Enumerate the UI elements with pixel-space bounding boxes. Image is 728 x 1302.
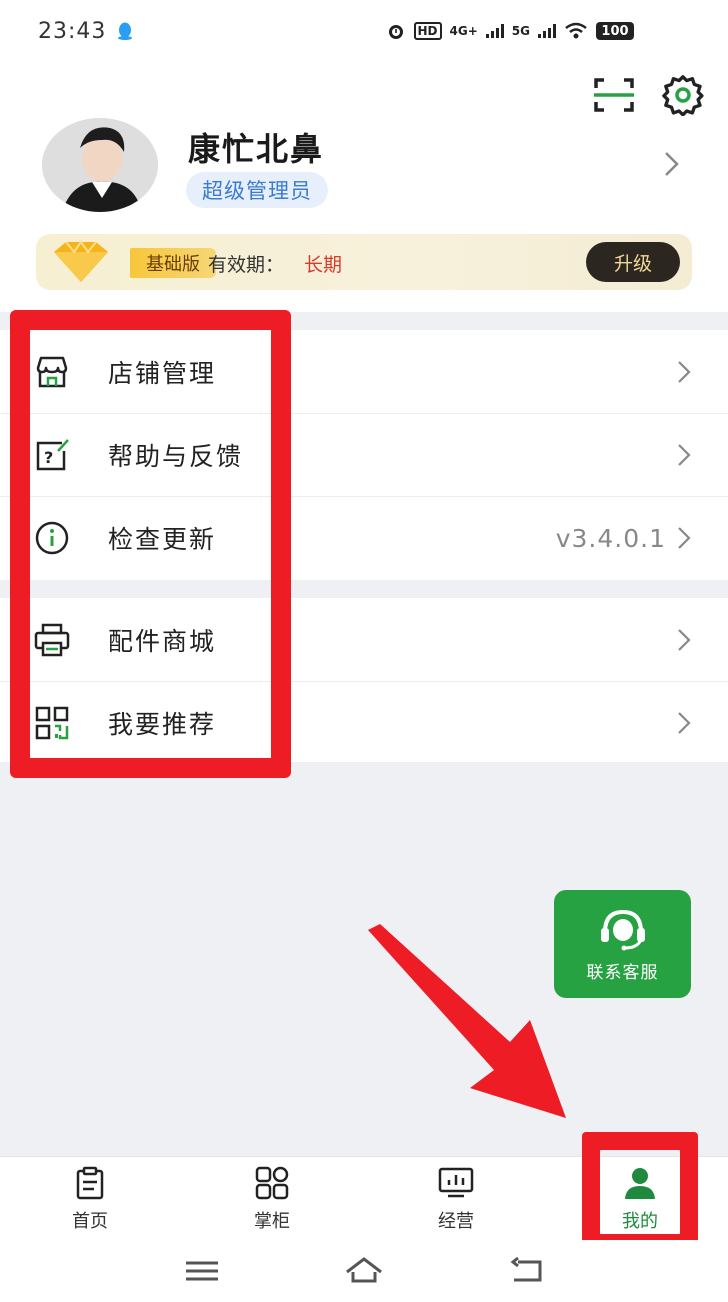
tab-label: 经营: [438, 1211, 474, 1232]
help-feedback-icon: ?: [36, 439, 69, 471]
hd-label: HD: [413, 22, 442, 40]
menu-label: 我要推荐: [108, 710, 217, 739]
network-5g-label: 5G: [511, 24, 530, 38]
status-bar: 23:43 HD 4G+ 5G 100: [0, 0, 728, 62]
qq-icon: [118, 22, 133, 40]
avatar[interactable]: [42, 118, 158, 212]
diamond-icon: [54, 240, 108, 282]
menu-label: 配件商城: [108, 626, 217, 656]
clipboard-icon: [76, 1166, 104, 1200]
customer-service-label: 联系客服: [586, 962, 659, 983]
validity-value: 长期: [304, 254, 343, 276]
upgrade-button[interactable]: 升级: [586, 242, 680, 282]
menu-icon[interactable]: [182, 1254, 222, 1288]
signal-icon-2: [538, 24, 556, 38]
plan-name-badge: 基础版: [130, 248, 216, 278]
chevron-right-icon: [678, 628, 691, 651]
person-icon: [625, 1168, 655, 1199]
version-text: v3.4.0.1: [555, 523, 666, 553]
status-time: 23:43: [38, 18, 107, 44]
signal-icon: [485, 24, 504, 38]
bottom-tab-bar: 首页 掌柜 经营 我的: [0, 1156, 728, 1240]
menu-group-1: 店铺管理 ? 帮助与反馈 检查更新 v3.4.0.1: [0, 330, 728, 580]
tab-label: 首页: [72, 1211, 108, 1232]
menu-item-recommend[interactable]: 我要推荐: [0, 681, 728, 764]
chevron-right-icon: [678, 360, 691, 383]
status-icons: HD 4G+ 5G 100: [386, 21, 634, 41]
store-icon: [36, 356, 68, 387]
menu-item-accessory-mall[interactable]: 配件商城: [0, 598, 728, 681]
menu-label: 店铺管理: [108, 358, 217, 388]
chevron-right-icon[interactable]: [662, 150, 682, 178]
chevron-right-icon: [678, 527, 691, 549]
network-4g-label: 4G+: [449, 24, 478, 38]
profile-header: 康忙北鼻 超级管理员 基础版 有效期： 长期 升级: [0, 62, 728, 312]
alarm-icon: [388, 25, 403, 39]
tab-mine[interactable]: 我的: [580, 1157, 700, 1241]
info-icon: [35, 521, 69, 555]
printer-icon: [34, 623, 70, 656]
home-icon[interactable]: [344, 1254, 384, 1288]
tab-business[interactable]: 经营: [396, 1157, 516, 1241]
grid-icon: [255, 1166, 289, 1200]
tab-label: 掌柜: [254, 1211, 290, 1232]
menu-item-help-feedback[interactable]: ? 帮助与反馈: [0, 413, 728, 496]
username: 康忙北鼻: [188, 130, 325, 168]
headset-icon: [600, 909, 645, 950]
tab-counter[interactable]: 掌柜: [212, 1157, 332, 1241]
validity-label: 有效期：: [208, 254, 285, 276]
plan-bar: 基础版 有效期： 长期 升级: [36, 234, 692, 290]
menu-item-check-update[interactable]: 检查更新 v3.4.0.1: [0, 496, 728, 579]
menu-item-store-management[interactable]: 店铺管理: [0, 330, 728, 413]
qr-code-icon: [35, 706, 69, 740]
customer-service-button[interactable]: 联系客服: [554, 890, 691, 998]
svg-text:?: ?: [44, 448, 53, 467]
gear-icon[interactable]: [662, 74, 704, 116]
tab-home[interactable]: 首页: [30, 1157, 150, 1241]
tab-label: 我的: [622, 1211, 658, 1232]
chevron-right-icon: [678, 444, 691, 466]
role-badge: 超级管理员: [186, 172, 328, 208]
menu-label: 检查更新: [108, 525, 217, 554]
back-icon[interactable]: [508, 1254, 548, 1288]
annotation-arrow-icon: [368, 924, 566, 1118]
menu-group-2: 配件商城 我要推荐: [0, 598, 728, 762]
battery-indicator: 100: [596, 22, 634, 40]
system-nav-bar: [0, 1240, 728, 1302]
scan-icon[interactable]: [592, 76, 636, 114]
chart-monitor-icon: [438, 1167, 474, 1198]
menu-label: 帮助与反馈: [108, 442, 244, 471]
wifi-icon: [565, 22, 587, 39]
chevron-right-icon: [678, 712, 691, 734]
avatar-image-icon: [42, 118, 158, 212]
